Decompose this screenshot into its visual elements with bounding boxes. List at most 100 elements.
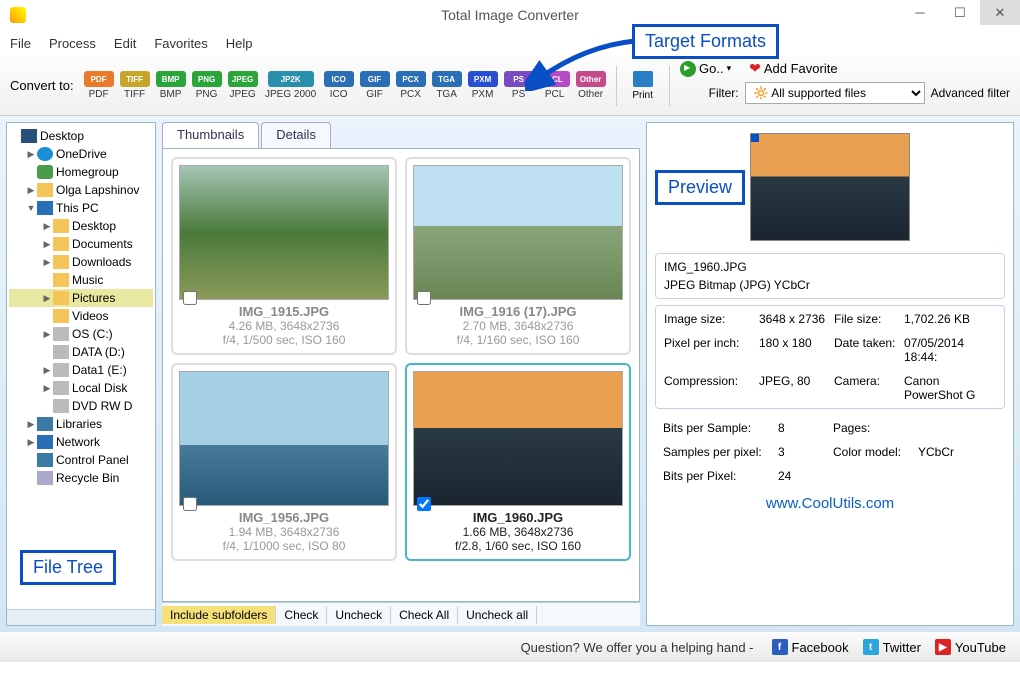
menu-edit[interactable]: Edit: [114, 36, 136, 51]
format-icon: TIFF: [120, 71, 150, 87]
menu-favorites[interactable]: Favorites: [154, 36, 207, 51]
add-favorite-button[interactable]: ❤ Add Favorite: [749, 60, 837, 77]
menu-file[interactable]: File: [10, 36, 31, 51]
include-subfolders-toggle[interactable]: Include subfolders: [162, 606, 276, 624]
thumbnail-checkbox[interactable]: [183, 497, 197, 511]
tree-item[interactable]: Recycle Bin: [9, 469, 153, 487]
info-label: Bits per Pixel:: [663, 469, 778, 483]
tree-item[interactable]: ▶Documents: [9, 235, 153, 253]
close-button[interactable]: ✕: [980, 0, 1020, 25]
expand-icon[interactable]: ▶: [41, 257, 53, 268]
format-ps[interactable]: PSPS: [502, 71, 536, 100]
folder-icon: [53, 291, 69, 305]
format-ico[interactable]: ICOICO: [322, 71, 356, 100]
uncheck-button[interactable]: Uncheck: [327, 606, 391, 624]
format-other[interactable]: OtherOther: [574, 71, 608, 100]
tree-item[interactable]: ▶Downloads: [9, 253, 153, 271]
tree-item[interactable]: ▶Local Disk: [9, 379, 153, 397]
folder-icon: [53, 219, 69, 233]
format-icon: PDF: [84, 71, 114, 87]
website-link[interactable]: www.CoolUtils.com: [655, 495, 1005, 512]
tree-item[interactable]: Music: [9, 271, 153, 289]
tree-item[interactable]: ▶Olga Lapshinov: [9, 181, 153, 199]
tree-item[interactable]: Videos: [9, 307, 153, 325]
format-bmp[interactable]: BMPBMP: [154, 71, 188, 100]
format-gif[interactable]: GIFGIF: [358, 71, 392, 100]
format-png[interactable]: PNGPNG: [190, 71, 224, 100]
advanced-filter-link[interactable]: Advanced filter: [931, 86, 1010, 100]
expand-icon[interactable]: ▶: [41, 383, 53, 394]
check-button[interactable]: Check: [276, 606, 327, 624]
thumbnail-card[interactable]: IMG_1960.JPG1.66 MB, 3648x2736f/2.8, 1/6…: [405, 363, 631, 561]
tab-details[interactable]: Details: [261, 122, 331, 148]
thumbnail-exif: f/4, 1/500 sec, ISO 160: [179, 333, 389, 347]
folder-tree[interactable]: Desktop▶OneDriveHomegroup▶Olga Lapshinov…: [6, 122, 156, 626]
folder-icon: [53, 273, 69, 287]
tree-item[interactable]: ▶Desktop: [9, 217, 153, 235]
expand-icon[interactable]: ▼: [25, 203, 37, 213]
format-pcl[interactable]: PCLPCL: [538, 71, 572, 100]
tree-item[interactable]: ▶OS (C:): [9, 325, 153, 343]
expand-icon[interactable]: ▶: [41, 239, 53, 250]
tree-item[interactable]: ▶Data1 (E:): [9, 361, 153, 379]
horizontal-scrollbar[interactable]: [7, 609, 155, 625]
format-jpeg2000[interactable]: JP2KJPEG 2000: [262, 71, 320, 100]
facebook-link[interactable]: fFacebook: [772, 639, 849, 655]
expand-icon[interactable]: ▶: [41, 293, 53, 304]
expand-icon[interactable]: ▶: [41, 221, 53, 232]
tab-thumbnails[interactable]: Thumbnails: [162, 122, 259, 148]
menu-help[interactable]: Help: [226, 36, 253, 51]
tree-item[interactable]: ▶OneDrive: [9, 145, 153, 163]
youtube-link[interactable]: ▶YouTube: [935, 639, 1006, 655]
filter-label: Filter:: [709, 86, 739, 100]
tree-item[interactable]: ▼This PC: [9, 199, 153, 217]
tree-item[interactable]: DVD RW D: [9, 397, 153, 415]
thumbnail-exif: f/2.8, 1/60 sec, ISO 160: [413, 539, 623, 553]
tree-item[interactable]: ▶Libraries: [9, 415, 153, 433]
go-button[interactable]: Go..▾: [680, 61, 731, 77]
expand-icon[interactable]: ▶: [25, 149, 37, 160]
format-pdf[interactable]: PDFPDF: [82, 71, 116, 100]
format-icon: PCL: [540, 71, 570, 87]
expand-icon[interactable]: ▶: [25, 185, 37, 196]
format-pcx[interactable]: PCXPCX: [394, 71, 428, 100]
thumbnail-card[interactable]: IMG_1956.JPG1.94 MB, 3648x2736f/4, 1/100…: [171, 363, 397, 561]
thumbnail-checkbox[interactable]: [183, 291, 197, 305]
go-icon: [680, 61, 696, 77]
check-all-button[interactable]: Check All: [391, 606, 458, 624]
tree-item[interactable]: Homegroup: [9, 163, 153, 181]
tree-item[interactable]: Desktop: [9, 127, 153, 145]
pc-icon: [37, 201, 53, 215]
expand-icon[interactable]: ▶: [25, 437, 37, 448]
format-pxm[interactable]: PXMPXM: [466, 71, 500, 100]
thumbnail-card[interactable]: IMG_1916 (17).JPG2.70 MB, 3648x2736f/4, …: [405, 157, 631, 355]
thumbnail-card[interactable]: IMG_1915.JPG4.26 MB, 3648x2736f/4, 1/500…: [171, 157, 397, 355]
maximize-button[interactable]: ☐: [940, 0, 980, 25]
info-label: Bits per Sample:: [663, 421, 778, 435]
thumbnail-checkbox[interactable]: [417, 291, 431, 305]
expand-icon[interactable]: ▶: [25, 419, 37, 430]
folder-icon: [53, 237, 69, 251]
uncheck-all-button[interactable]: Uncheck all: [458, 606, 537, 624]
info-label: Image size:: [664, 312, 759, 326]
filter-select[interactable]: 🔆 All supported files: [745, 82, 925, 104]
twitter-link[interactable]: tTwitter: [863, 639, 921, 655]
tree-item[interactable]: ▶Network: [9, 433, 153, 451]
menu-bar: File Process Edit Favorites Help: [0, 30, 1020, 56]
print-button[interactable]: Print: [625, 71, 661, 101]
expand-icon[interactable]: ▶: [41, 365, 53, 376]
info-value: 8: [778, 421, 833, 435]
minimize-button[interactable]: ─: [900, 0, 940, 25]
format-tiff[interactable]: TIFFTIFF: [118, 71, 152, 100]
title-bar: Total Image Converter ─ ☐ ✕: [0, 0, 1020, 30]
expand-icon[interactable]: ▶: [41, 329, 53, 340]
format-icon: PCX: [396, 71, 426, 87]
thumbnail-checkbox[interactable]: [417, 497, 431, 511]
format-tga[interactable]: TGATGA: [430, 71, 464, 100]
tree-item[interactable]: Control Panel: [9, 451, 153, 469]
info-value: YCbCr: [918, 445, 997, 459]
tree-item[interactable]: DATA (D:): [9, 343, 153, 361]
format-jpeg[interactable]: JPEGJPEG: [226, 71, 260, 100]
tree-item[interactable]: ▶Pictures: [9, 289, 153, 307]
menu-process[interactable]: Process: [49, 36, 96, 51]
